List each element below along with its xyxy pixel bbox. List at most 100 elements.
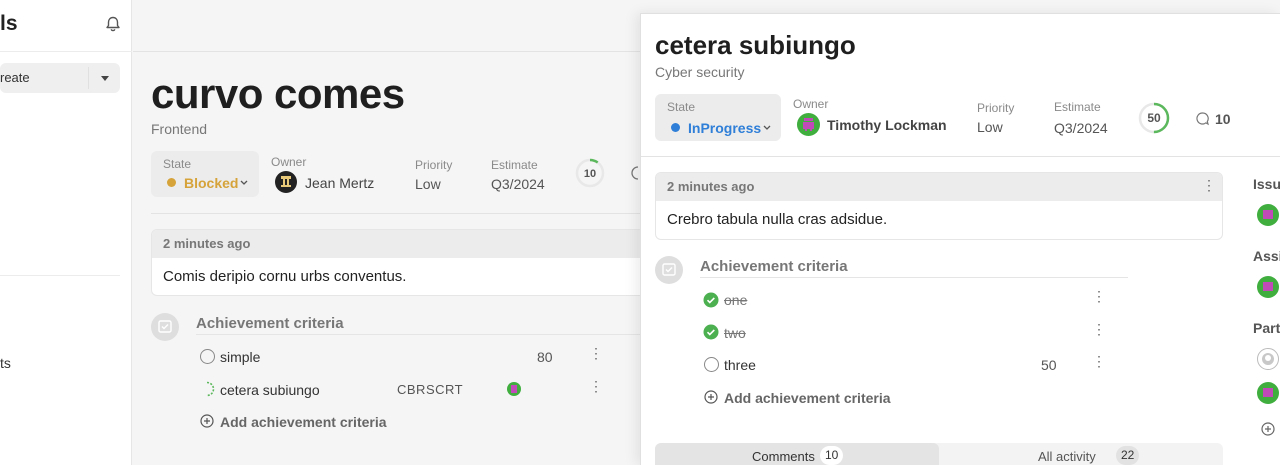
chevron-down-icon xyxy=(240,180,248,185)
estimate-label: Estimate xyxy=(491,158,538,172)
divider xyxy=(151,213,640,214)
add-criteria-link[interactable]: Add achievement criteria xyxy=(724,390,891,406)
sidebar-divider xyxy=(0,51,132,52)
issues-section-label: Issu xyxy=(1253,176,1280,192)
state-value: InProgress xyxy=(688,120,762,136)
state-value: Blocked xyxy=(184,175,239,191)
achievement-icon xyxy=(151,313,179,341)
priority-label: Priority xyxy=(415,158,453,172)
achievement-criteria-title: Achievement criteria xyxy=(196,315,344,332)
achievement-icon xyxy=(655,256,683,284)
plus-circle-icon[interactable] xyxy=(704,390,718,404)
criteria-label: two xyxy=(724,325,746,341)
criteria-value: 80 xyxy=(537,349,553,365)
avatar[interactable] xyxy=(1257,204,1279,226)
criteria-label: cetera subiungo xyxy=(220,382,320,398)
comment-card: 2 minutes ago ⋮ Crebro tabula nulla cras… xyxy=(655,172,1223,240)
state-dot xyxy=(671,123,680,132)
avatar[interactable] xyxy=(275,171,297,193)
state-label: State xyxy=(667,100,696,114)
progress-value: 50 xyxy=(1147,111,1161,125)
avatar[interactable] xyxy=(797,113,820,136)
priority-value[interactable]: Low xyxy=(977,119,1003,135)
tab-count-badge: 22 xyxy=(1116,446,1140,465)
criteria-value: 50 xyxy=(1041,357,1057,373)
estimate-value[interactable]: Q3/2024 xyxy=(491,176,545,192)
create-button-divider xyxy=(88,67,89,89)
tab-label: Comments xyxy=(752,449,815,464)
more-menu-icon[interactable]: ⋮ xyxy=(589,379,603,393)
state-label: State xyxy=(163,157,192,171)
plus-circle-icon[interactable] xyxy=(200,414,214,428)
workspace-title: ls xyxy=(0,12,18,35)
criteria-checkbox[interactable] xyxy=(704,357,719,372)
progress-ring: 50 xyxy=(1138,102,1170,134)
comment-timestamp: 2 minutes ago xyxy=(667,179,755,194)
left-sidebar: ls reate ts xyxy=(0,0,132,465)
estimate-label: Estimate xyxy=(1054,100,1101,114)
avatar[interactable] xyxy=(1257,276,1279,298)
criteria-label: three xyxy=(724,357,756,373)
divider xyxy=(641,156,1280,157)
page-title: curvo comes xyxy=(151,70,405,117)
priority-label: Priority xyxy=(977,101,1015,115)
panel-subtitle: Cyber security xyxy=(655,64,745,80)
bell-icon[interactable] xyxy=(104,15,122,33)
chevron-down-icon xyxy=(763,125,771,130)
progress-value: 10 xyxy=(584,168,596,180)
comment-header: 2 minutes ago xyxy=(152,230,650,258)
progress-ring: 10 xyxy=(575,158,605,188)
criteria-checkbox[interactable] xyxy=(200,349,215,364)
add-criteria-link[interactable]: Add achievement criteria xyxy=(220,414,387,430)
detail-panel: cetera subiungo Cyber security State InP… xyxy=(640,13,1280,465)
more-menu-icon[interactable]: ⋮ xyxy=(589,346,603,360)
criteria-code: CBRSCRT xyxy=(397,382,464,397)
avatar[interactable] xyxy=(1257,382,1279,404)
tab-all-activity[interactable]: All activity 22 xyxy=(939,443,1223,465)
page-subtitle: Frontend xyxy=(151,121,208,137)
more-menu-icon[interactable]: ⋮ xyxy=(1202,178,1216,192)
comment-icon[interactable] xyxy=(1195,111,1210,126)
tab-count-badge: 10 xyxy=(820,446,844,465)
top-bar xyxy=(133,0,640,52)
estimate-value[interactable]: Q3/2024 xyxy=(1054,120,1108,136)
caret-down-icon[interactable] xyxy=(101,76,109,81)
create-button-label: reate xyxy=(0,70,30,85)
in-progress-icon[interactable] xyxy=(199,381,215,397)
sidebar-item[interactable]: ts xyxy=(0,355,11,371)
state-dropdown[interactable]: State Blocked xyxy=(151,151,259,197)
priority-value[interactable]: Low xyxy=(415,176,441,192)
tab-label: All activity xyxy=(1038,449,1096,464)
comment-body: Comis deripio cornu urbs conventus. xyxy=(163,268,407,285)
owner-label: Owner xyxy=(271,155,307,169)
more-menu-icon[interactable]: ⋮ xyxy=(1092,354,1106,368)
plus-circle-icon[interactable] xyxy=(1261,422,1275,436)
check-circle-icon[interactable] xyxy=(703,324,719,340)
activity-tabs: Comments 10 All activity 22 xyxy=(655,443,1223,465)
main-issue-view: curvo comes Frontend State Blocked Owner… xyxy=(133,0,651,465)
divider xyxy=(700,277,1128,278)
owner-name[interactable]: Jean Mertz xyxy=(305,175,374,191)
github-icon[interactable] xyxy=(1257,348,1279,370)
sidebar-divider xyxy=(0,275,120,276)
comment-header: 2 minutes ago ⋮ xyxy=(656,173,1222,201)
check-circle-icon[interactable] xyxy=(703,292,719,308)
owner-name[interactable]: Timothy Lockman xyxy=(827,117,947,133)
participants-section-label: Part xyxy=(1253,320,1280,336)
comment-count[interactable]: 10 xyxy=(1215,111,1231,127)
more-menu-icon[interactable]: ⋮ xyxy=(1092,289,1106,303)
more-menu-icon[interactable]: ⋮ xyxy=(1092,322,1106,336)
criteria-label: one xyxy=(724,292,748,308)
criteria-label: simple xyxy=(220,349,261,365)
create-button[interactable]: reate xyxy=(0,63,120,93)
avatar[interactable] xyxy=(507,382,521,396)
tab-comments[interactable]: Comments 10 xyxy=(655,443,939,465)
assignee-section-label: Assi xyxy=(1253,248,1280,264)
panel-title: cetera subiungo xyxy=(655,30,856,60)
state-dropdown[interactable]: State InProgress xyxy=(655,94,781,141)
comment-icon[interactable] xyxy=(630,166,640,180)
owner-label: Owner xyxy=(793,97,829,111)
divider xyxy=(196,334,640,335)
achievement-criteria-title: Achievement criteria xyxy=(700,258,848,275)
comment-card: 2 minutes ago Comis deripio cornu urbs c… xyxy=(151,229,651,296)
